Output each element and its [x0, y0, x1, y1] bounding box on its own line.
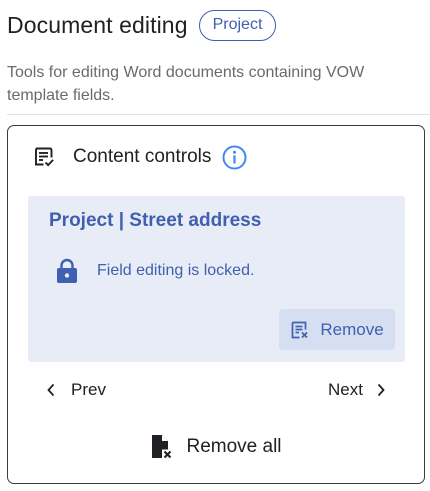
remove-field-icon [290, 320, 310, 340]
info-icon[interactable] [222, 145, 247, 170]
lock-icon [56, 258, 78, 284]
remove-field-label: Remove [320, 319, 384, 339]
chevron-right-icon [376, 383, 386, 397]
header: Document editing Project [7, 8, 423, 42]
page-title: Document editing [7, 11, 188, 38]
project-chip[interactable]: Project [198, 9, 277, 41]
field-navigation: Prev Next [8, 380, 424, 406]
remove-all-label: Remove all [186, 436, 282, 457]
remove-field-button[interactable]: Remove [279, 309, 395, 350]
remove-all-button[interactable]: Remove all [8, 432, 424, 462]
next-button[interactable]: Next [328, 380, 386, 400]
divider [7, 114, 430, 115]
prev-button[interactable]: Prev [46, 380, 106, 400]
file-remove-icon [150, 434, 174, 460]
field-panel: Project | Street address Field editing i… [28, 196, 405, 362]
next-label: Next [328, 380, 363, 399]
content-controls-card: Content controls Project | Street addres… [7, 125, 425, 484]
chevron-left-icon [46, 383, 56, 397]
card-header: Content controls [32, 144, 247, 170]
lock-status: Field editing is locked. [56, 258, 254, 284]
checklist-icon [32, 145, 56, 169]
page-description: Tools for editing Word documents contain… [7, 64, 365, 104]
card-title: Content controls [73, 146, 212, 167]
field-title: Project | Street address [49, 210, 262, 231]
lock-message: Field editing is locked. [97, 262, 255, 279]
prev-label: Prev [71, 380, 106, 399]
